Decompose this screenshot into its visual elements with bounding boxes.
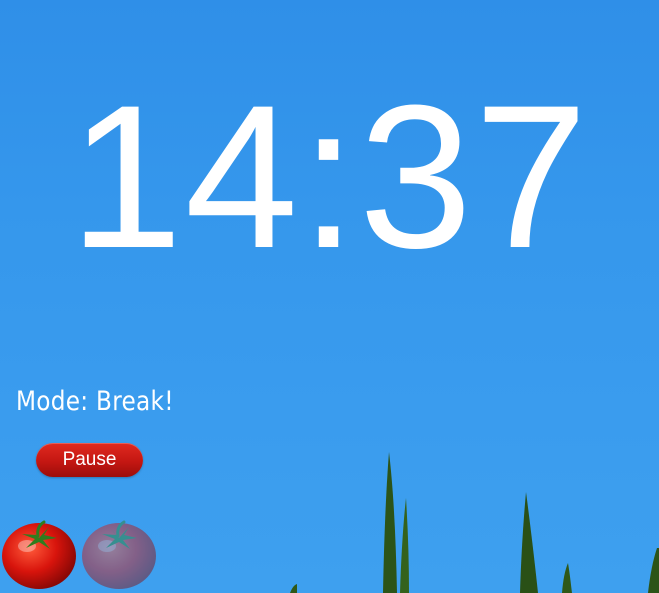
pomodoro-counter [0,516,170,593]
countdown-timer: 14:37 [69,63,590,291]
tomato-icon [80,516,158,590]
mode-label: Mode: Break! [16,386,174,417]
tomato-icon [0,516,78,590]
pause-button[interactable]: Pause [36,443,143,477]
